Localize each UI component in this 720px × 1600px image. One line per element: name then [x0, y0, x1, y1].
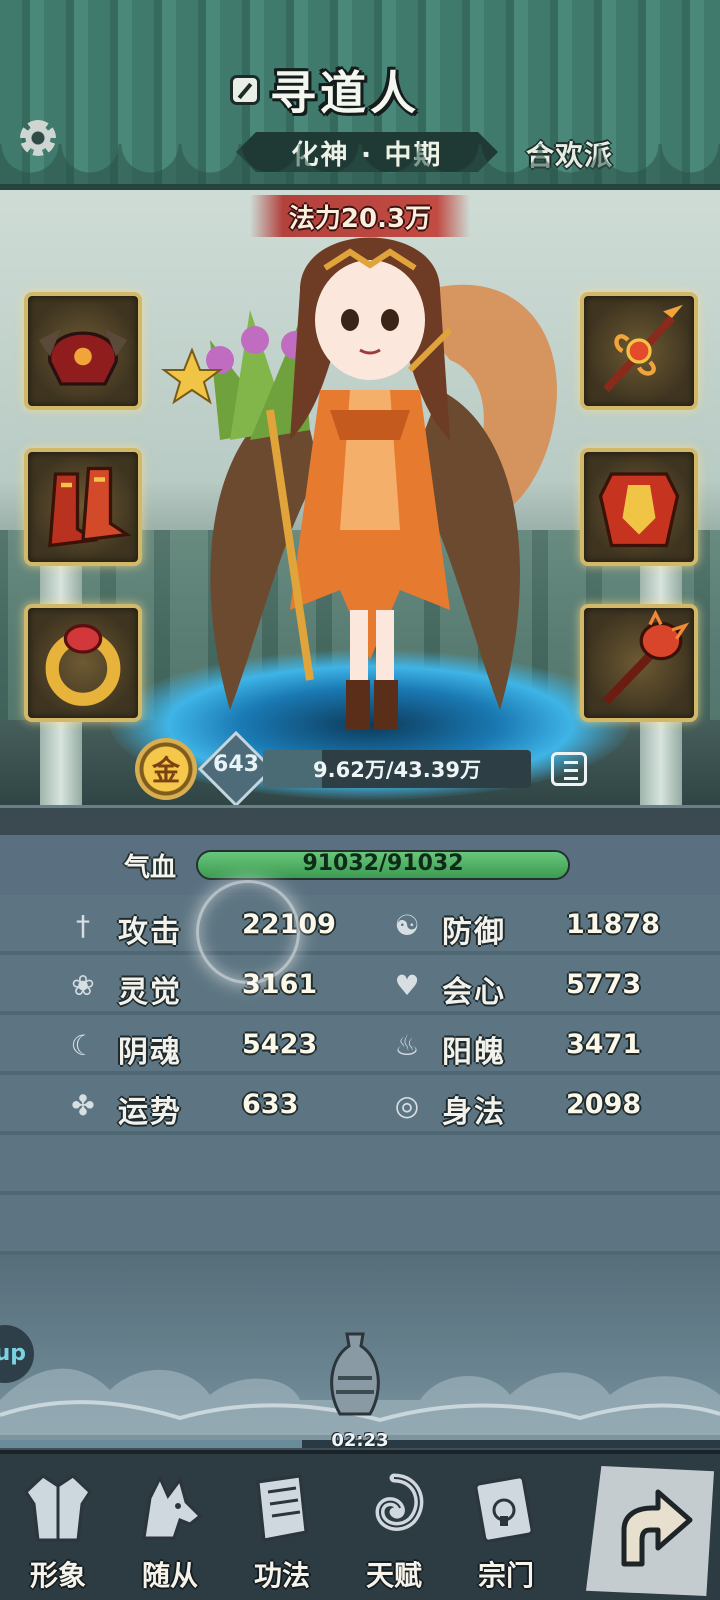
- stat-value: 633: [242, 1089, 299, 1120]
- character-screen: 寻道人 化神 · 中期 合欢派 法力20.3万 金 643 9.62万/43.3…: [0, 0, 720, 1600]
- wolf-icon: [142, 1474, 203, 1540]
- sect-scroll-icon: [474, 1475, 534, 1543]
- robe-icon: [24, 1474, 92, 1542]
- stat-label: 阴魂: [118, 1035, 182, 1070]
- stat-defense[interactable]: ☯ 防御 11878: [390, 895, 720, 955]
- gourd-vase-icon[interactable]: [320, 1330, 390, 1420]
- stat-label: 阳魄: [442, 1035, 506, 1070]
- gear-icon[interactable]: [20, 120, 56, 156]
- nav-label: 宗门: [477, 1559, 534, 1592]
- armor-icon: [598, 472, 680, 548]
- stat-value: 5423: [242, 1029, 318, 1060]
- stat-label: 灵觉: [118, 975, 182, 1010]
- whirlpool-icon: [375, 1473, 424, 1531]
- hp-text: 91032/91032: [302, 851, 464, 876]
- stat-fortune[interactable]: ✤ 运势 633: [66, 1075, 406, 1135]
- bottom-nav: 形象 随从 功法 天赋 宗门: [0, 1450, 720, 1600]
- stat-label: 会心: [442, 975, 506, 1010]
- weapon-slot[interactable]: [580, 292, 698, 410]
- touch-ripple: [196, 880, 300, 984]
- spear-weapon-icon: [603, 304, 683, 393]
- nav-label: 天赋: [365, 1559, 422, 1592]
- power-text: 法力20.3万: [288, 203, 432, 234]
- nav-skills[interactable]: 功法: [226, 1462, 338, 1600]
- boots-icon: [48, 466, 132, 548]
- yang-soul-icon: ♨: [394, 1029, 420, 1062]
- nav-label: 随从: [141, 1559, 198, 1592]
- boots-slot[interactable]: [24, 448, 142, 566]
- book-icon: [256, 1474, 308, 1542]
- helmet-slot[interactable]: [24, 292, 142, 410]
- nav-label: 形象: [29, 1559, 86, 1592]
- stat-label: 运势: [118, 1095, 182, 1130]
- stat-agility[interactable]: ◎ 身法 2098: [390, 1075, 720, 1135]
- stat-critical[interactable]: ♥ 会心 5773: [390, 955, 720, 1015]
- stat-yin-soul[interactable]: ☾ 阴魂 5423: [66, 1015, 406, 1075]
- metal-element-icon[interactable]: 金: [135, 738, 197, 800]
- list-icon[interactable]: [551, 752, 587, 786]
- stat-value: 2098: [566, 1089, 642, 1120]
- yin-soul-icon: ☾: [70, 1029, 96, 1062]
- stat-value: 3471: [566, 1029, 642, 1060]
- exp-text: 9.62万/43.39万: [313, 758, 481, 782]
- sword-icon: †: [76, 909, 90, 942]
- sect-name[interactable]: 合欢派: [526, 134, 613, 174]
- lotus-icon: ❀: [71, 969, 95, 1002]
- power-badge: 法力20.3万: [250, 195, 470, 237]
- armor-slot[interactable]: [580, 448, 698, 566]
- swirl-icon: ◎: [394, 1089, 420, 1122]
- hp-row: 气血 91032/91032: [0, 835, 720, 895]
- nav-followers[interactable]: 随从: [114, 1462, 226, 1600]
- ring-icon: [45, 623, 121, 706]
- return-arrow-icon[interactable]: [604, 1484, 696, 1576]
- stat-label: 攻击: [118, 915, 182, 950]
- level-number: 643: [213, 752, 259, 777]
- stat-label: 防御: [442, 915, 506, 950]
- timer-text: 02:23: [331, 1430, 389, 1451]
- stat-label: 身法: [442, 1095, 506, 1130]
- nav-label: 功法: [253, 1559, 310, 1592]
- stat-value: 11878: [566, 909, 660, 940]
- stat-yang-soul[interactable]: ♨ 阳魄 3471: [390, 1015, 720, 1075]
- nav-sect[interactable]: 宗门: [450, 1462, 562, 1600]
- element-glyph: 金: [151, 754, 180, 787]
- helmet-icon: [39, 329, 127, 386]
- yinyang-icon: ☯: [394, 909, 420, 942]
- edit-name-icon[interactable]: [230, 75, 260, 105]
- realm-text: 化神 · 中期: [291, 139, 443, 171]
- stat-value: 5773: [566, 969, 642, 1000]
- hp-label: 气血: [124, 853, 177, 883]
- nav-talent[interactable]: 天赋: [338, 1462, 450, 1600]
- mace-slot[interactable]: [580, 604, 698, 722]
- timer-bar-fill: [0, 1440, 303, 1448]
- stage-floor: [0, 805, 720, 835]
- level-exp-row: 金 643 9.62万/43.39万: [135, 730, 595, 808]
- ring-slot[interactable]: [24, 604, 142, 722]
- heart-icon: ♥: [394, 969, 420, 1002]
- realm-banner: 化神 · 中期: [236, 132, 498, 172]
- clover-icon: ✤: [71, 1089, 95, 1122]
- mace-icon: [602, 609, 690, 705]
- character-stage: 法力20.3万 金 643 9.62万/43.39万: [0, 190, 720, 835]
- name-row: 寻道人: [230, 60, 420, 120]
- character-figure[interactable]: [150, 210, 580, 770]
- stats-panel: 气血 91032/91032 † 攻击 22109 ☯ 防御 11878 ❀ 灵…: [0, 835, 720, 1255]
- nav-appearance[interactable]: 形象: [2, 1462, 114, 1600]
- player-name: 寻道人: [270, 66, 420, 120]
- header: 寻道人 化神 · 中期 合欢派: [0, 0, 720, 190]
